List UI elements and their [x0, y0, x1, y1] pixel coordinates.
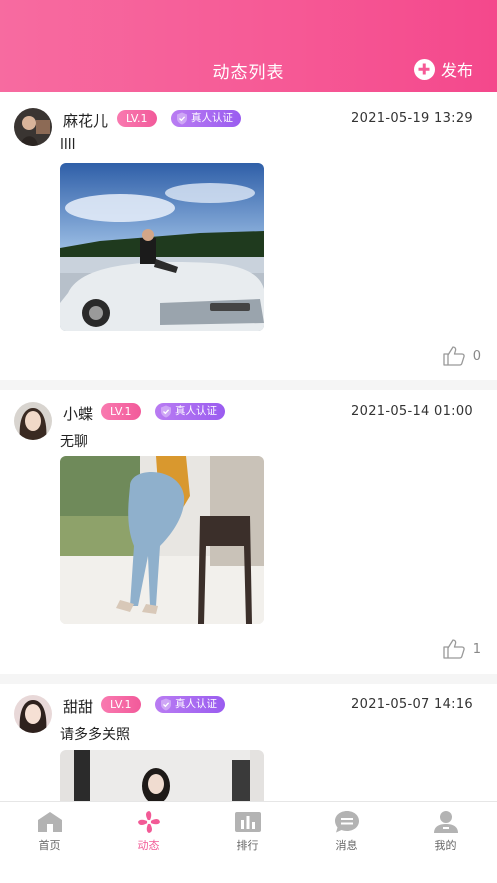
message-icon [334, 811, 359, 833]
like-count: 1 [472, 641, 481, 657]
username[interactable]: 麻花儿 [63, 110, 108, 131]
like-count: 0 [472, 348, 481, 364]
post-time: 2021-05-19 13:29 [351, 111, 473, 126]
post-item[interactable]: 小蝶 LV.1 真人认证 2021-05-14 01:00 无聊 1 [0, 390, 497, 674]
ranking-icon [234, 812, 261, 832]
post-item[interactable]: 麻花儿 LV.1 真人认证 2021-05-19 13:29 llll 0 [0, 92, 497, 382]
tab-label: 首页 [38, 839, 61, 852]
tab-label: 动态 [137, 839, 160, 852]
avatar[interactable] [14, 108, 52, 146]
tab-label: 排行 [236, 839, 259, 852]
thumbs-up-icon [443, 639, 465, 659]
post-time: 2021-05-14 01:00 [351, 404, 473, 419]
post-text: 请多多关照 [60, 727, 130, 743]
post-text: 无聊 [60, 434, 88, 450]
pinwheel-icon [137, 811, 160, 833]
home-icon [37, 812, 62, 832]
tab-label: 我的 [434, 839, 457, 852]
username[interactable]: 小蝶 [63, 403, 93, 424]
publish-label: 发布 [440, 61, 473, 80]
verified-label: 真人认证 [191, 112, 233, 124]
post-item[interactable]: 甜甜 LV.1 真人认证 2021-05-07 14:16 请多多关照 [0, 684, 497, 801]
post-time: 2021-05-07 14:16 [351, 697, 473, 712]
verified-shield-icon [177, 112, 187, 125]
tab-messages[interactable]: 消息 [297, 810, 396, 853]
post-image[interactable] [60, 163, 264, 331]
post-divider [0, 674, 497, 684]
level-badge: LV.1 [101, 403, 141, 420]
post-image[interactable] [60, 750, 264, 801]
app-header: 动态列表 发布 [0, 0, 497, 92]
verified-shield-icon [161, 405, 171, 418]
post-text: llll [60, 137, 76, 153]
verified-shield-icon [161, 698, 171, 711]
tab-ranking[interactable]: 排行 [198, 810, 297, 853]
thumbs-up-icon [443, 346, 465, 366]
bottom-tab-bar: 首页 动态 排行 消息 我的 [0, 801, 497, 883]
tab-profile[interactable]: 我的 [396, 810, 495, 853]
username[interactable]: 甜甜 [63, 696, 93, 717]
verified-badge: 真人认证 [155, 403, 225, 420]
avatar[interactable] [14, 402, 52, 440]
plus-circle-icon [413, 58, 435, 80]
publish-button[interactable]: 发布 [413, 57, 473, 81]
level-badge: LV.1 [117, 110, 157, 127]
verified-badge: 真人认证 [155, 696, 225, 713]
verified-badge: 真人认证 [171, 110, 241, 127]
verified-label: 真人认证 [175, 405, 217, 417]
tab-feed[interactable]: 动态 [99, 810, 198, 853]
like-button[interactable]: 0 [443, 346, 481, 366]
like-button[interactable]: 1 [443, 639, 481, 659]
tab-home[interactable]: 首页 [0, 810, 99, 853]
level-badge: LV.1 [101, 696, 141, 713]
post-feed[interactable]: 麻花儿 LV.1 真人认证 2021-05-19 13:29 llll 0 小蝶… [0, 92, 497, 801]
post-divider [0, 380, 497, 390]
post-image[interactable] [60, 456, 264, 624]
tab-label: 消息 [335, 839, 358, 852]
verified-label: 真人认证 [175, 698, 217, 710]
profile-icon [433, 811, 458, 833]
avatar[interactable] [14, 695, 52, 733]
